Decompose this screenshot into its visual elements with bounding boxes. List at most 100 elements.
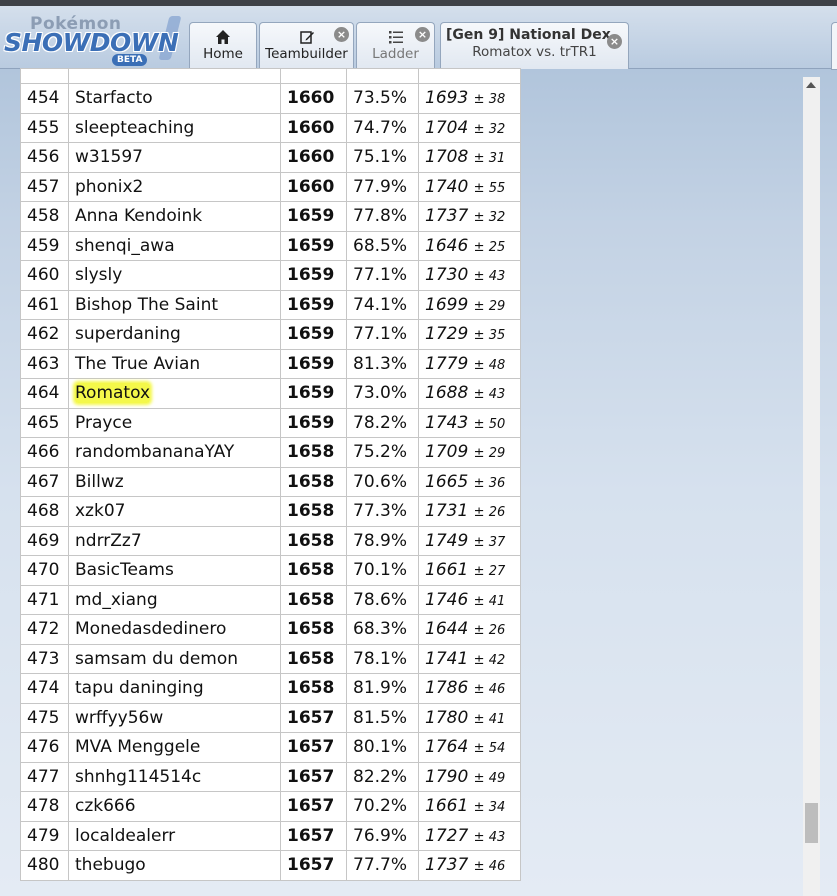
username-link[interactable]: thebugo xyxy=(75,855,146,875)
username-cell[interactable]: Monedasdedinero xyxy=(68,614,281,645)
gxe-cell: 77.7% xyxy=(346,850,419,881)
username-cell[interactable]: Billwz xyxy=(68,466,281,497)
gxe-cell: 77.3% xyxy=(346,496,419,527)
username-link[interactable]: superdaning xyxy=(75,324,181,344)
tab-teambuilder-close-icon[interactable]: × xyxy=(334,27,349,42)
username-link[interactable]: shenqi_awa xyxy=(75,236,175,256)
elo-cell: 1658 xyxy=(280,466,347,497)
rank-cell: 456 xyxy=(20,142,69,173)
username-cell[interactable]: BasicTeams xyxy=(68,555,281,586)
username-cell[interactable]: xzk07 xyxy=(68,496,281,527)
username-link[interactable]: randombananaYAY xyxy=(75,442,234,462)
username-link[interactable]: MVA Menggele xyxy=(75,737,200,757)
rank-cell: 471 xyxy=(20,584,69,615)
tab-home[interactable]: Home xyxy=(189,22,257,69)
rank-cell: 464 xyxy=(20,378,69,409)
gxe-cell: 78.9% xyxy=(346,525,419,556)
username-cell[interactable]: Prayce xyxy=(68,407,281,438)
tab-battle-close-icon[interactable]: × xyxy=(607,34,622,49)
glicko-deviation: ± 31 xyxy=(473,151,506,167)
elo-cell: 1659 xyxy=(280,407,347,438)
glicko-deviation: ± 37 xyxy=(473,534,506,550)
username-cell[interactable]: czk666 xyxy=(68,791,281,822)
username-cell[interactable]: tapu daninging xyxy=(68,673,281,704)
username-link[interactable]: Romatox xyxy=(75,383,151,404)
rank-cell xyxy=(20,68,69,84)
glicko-deviation: ± 26 xyxy=(473,623,506,639)
username-link[interactable]: localdealerr xyxy=(75,826,175,846)
username-cell[interactable]: ndrrZz7 xyxy=(68,525,281,556)
username-link[interactable]: xzk07 xyxy=(75,501,125,521)
glicko-cell: 1688 ± 43 xyxy=(418,378,521,409)
username-cell[interactable]: slysly xyxy=(68,260,281,291)
username-link[interactable]: Starfacto xyxy=(75,88,153,108)
username-cell[interactable]: superdaning xyxy=(68,319,281,350)
username-link[interactable]: czk666 xyxy=(75,796,136,816)
username-link[interactable]: Monedasdedinero xyxy=(75,619,226,639)
username-link[interactable]: BasicTeams xyxy=(75,560,174,580)
username-cell[interactable]: w31597 xyxy=(68,142,281,173)
rank-cell: 476 xyxy=(20,732,69,763)
username-link[interactable]: wrffyy56w xyxy=(75,708,163,728)
table-row-partial xyxy=(20,68,521,84)
username-link[interactable]: md_xiang xyxy=(75,590,158,610)
tab-ladder-close-icon[interactable]: × xyxy=(415,27,430,42)
username-link[interactable]: shnhg114514c xyxy=(75,767,201,787)
gxe-cell: 81.9% xyxy=(346,673,419,704)
tab-overflow-edge[interactable] xyxy=(831,22,837,70)
username-link[interactable]: w31597 xyxy=(75,147,143,167)
table-row: 464 Romatox 1659 73.0% 1688 ± 43 xyxy=(20,378,521,409)
table-row: 461 Bishop The Saint 1659 74.1% 1699 ± 29 xyxy=(20,289,521,320)
scroll-up-arrow-icon[interactable] xyxy=(806,82,816,88)
username-link[interactable]: ndrrZz7 xyxy=(75,531,142,551)
username-cell[interactable]: localdealerr xyxy=(68,820,281,851)
glicko-value: 1661 xyxy=(425,560,469,581)
glicko-deviation: ± 46 xyxy=(473,859,506,875)
username-cell[interactable]: MVA Menggele xyxy=(68,732,281,763)
glicko-deviation: ± 55 xyxy=(473,180,506,196)
username-cell[interactable]: samsam du demon xyxy=(68,643,281,674)
username-link[interactable]: The True Avian xyxy=(75,354,200,374)
glicko-value: 1688 xyxy=(425,383,469,404)
username-link[interactable]: phonix2 xyxy=(75,177,143,197)
showdown-logo[interactable]: Pokémon SHOWDOWN BETA xyxy=(2,12,186,68)
tab-teambuilder[interactable]: Teambuilder × xyxy=(259,22,354,69)
username-cell[interactable]: The True Avian xyxy=(68,348,281,379)
gxe-cell: 70.1% xyxy=(346,555,419,586)
tab-home-label: Home xyxy=(203,46,243,62)
username-link[interactable]: Prayce xyxy=(75,413,132,433)
glicko-cell: 1779 ± 48 xyxy=(418,348,521,379)
table-row: 467 Billwz 1658 70.6% 1665 ± 36 xyxy=(20,466,521,497)
username-cell xyxy=(68,68,281,84)
username-cell[interactable]: shenqi_awa xyxy=(68,230,281,261)
username-cell[interactable]: Anna Kendoink xyxy=(68,201,281,232)
username-link[interactable]: Billwz xyxy=(75,472,124,492)
username-cell[interactable]: sleepteaching xyxy=(68,112,281,143)
username-cell[interactable]: Bishop The Saint xyxy=(68,289,281,320)
glicko-cell: 1786 ± 46 xyxy=(418,673,521,704)
username-link[interactable]: tapu daninging xyxy=(75,678,204,698)
username-cell[interactable]: randombananaYAY xyxy=(68,437,281,468)
username-cell[interactable]: phonix2 xyxy=(68,171,281,202)
username-link[interactable]: Anna Kendoink xyxy=(75,206,202,226)
username-cell[interactable]: thebugo xyxy=(68,850,281,881)
gxe-cell: 77.9% xyxy=(346,171,419,202)
username-link[interactable]: samsam du demon xyxy=(75,649,238,669)
username-cell[interactable]: Starfacto xyxy=(68,83,281,114)
glicko-deviation: ± 43 xyxy=(473,269,506,285)
username-link[interactable]: slysly xyxy=(75,265,122,285)
tab-battle[interactable]: [Gen 9] National Dex Romatox vs. trTR1 × xyxy=(440,22,629,69)
username-link[interactable]: sleepteaching xyxy=(75,118,194,138)
scrollbar-thumb[interactable] xyxy=(805,802,818,843)
page-scrollbar[interactable] xyxy=(803,77,820,896)
tab-ladder[interactable]: Ladder × xyxy=(356,22,435,69)
glicko-cell xyxy=(418,68,521,84)
username-cell[interactable]: Romatox xyxy=(68,378,281,409)
gxe-cell: 82.2% xyxy=(346,761,419,792)
username-link[interactable]: Bishop The Saint xyxy=(75,295,218,315)
glicko-deviation: ± 43 xyxy=(473,829,506,845)
username-cell[interactable]: wrffyy56w xyxy=(68,702,281,733)
username-cell[interactable]: shnhg114514c xyxy=(68,761,281,792)
username-cell[interactable]: md_xiang xyxy=(68,584,281,615)
rank-cell: 470 xyxy=(20,555,69,586)
